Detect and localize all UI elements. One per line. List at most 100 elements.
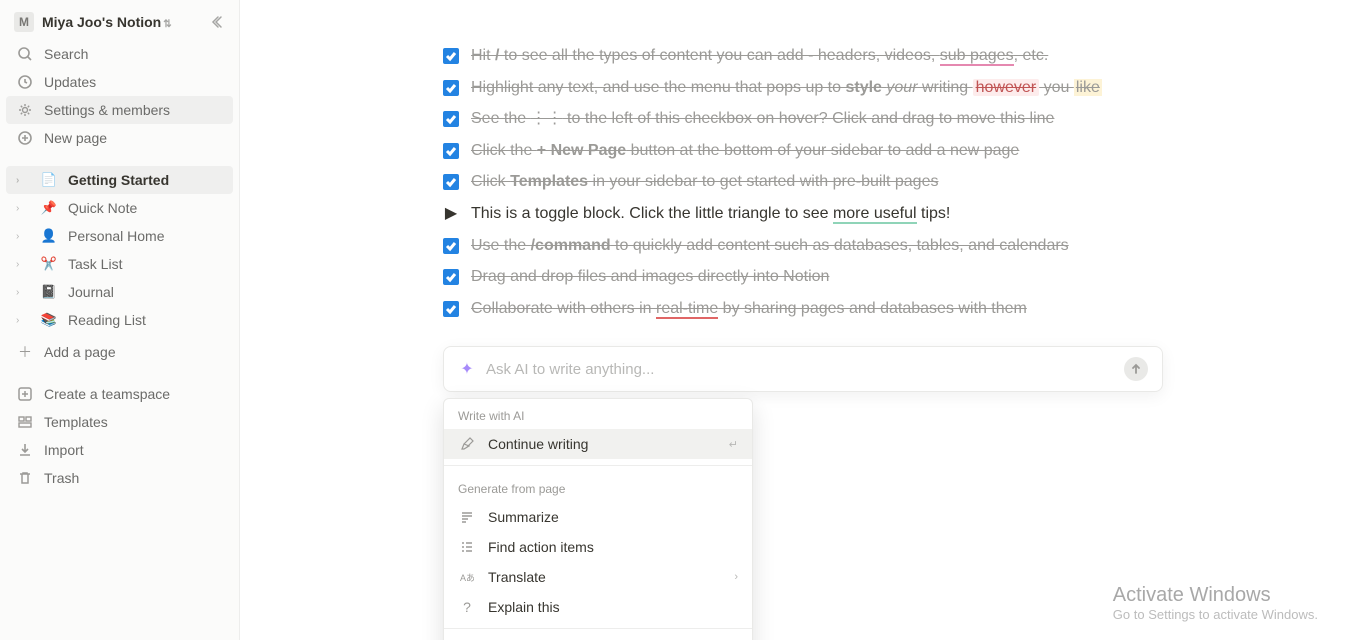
checkbox-checked[interactable]: [443, 238, 459, 254]
block-text[interactable]: Highlight any text, and use the menu tha…: [471, 75, 1163, 101]
sidebar-page-item[interactable]: › ✂️ Task List: [6, 250, 233, 278]
page-icon: 📓: [40, 283, 58, 301]
teamspace-icon: [16, 385, 34, 403]
toggle-arrow-icon[interactable]: ▶: [443, 206, 459, 222]
templates-icon: [16, 413, 34, 431]
page-label: Getting Started: [68, 172, 169, 188]
page-icon: ✂️: [40, 255, 58, 273]
todo-block[interactable]: Collaborate with others in real-time by …: [443, 293, 1163, 325]
ai-input-box[interactable]: ✦: [443, 346, 1163, 392]
block-text[interactable]: Click the + New Page button at the botto…: [471, 138, 1163, 164]
page-label: Task List: [68, 256, 122, 272]
caret-right-icon[interactable]: ›: [16, 203, 30, 214]
import-button[interactable]: Import: [6, 436, 233, 464]
sidebar-page-item[interactable]: › 📄 Getting Started: [6, 166, 233, 194]
translate-icon: Aあ: [458, 568, 476, 586]
ai-continue-writing[interactable]: Continue writing ↵: [444, 429, 752, 459]
caret-right-icon[interactable]: ›: [16, 287, 30, 298]
summarize-icon: [458, 508, 476, 526]
page-label: Personal Home: [68, 228, 165, 244]
todo-block[interactable]: Hit / to see all the types of content yo…: [443, 40, 1163, 72]
add-page-button[interactable]: ＋ Add a page: [6, 338, 233, 366]
search-label: Search: [44, 46, 88, 62]
page-label: Reading List: [68, 312, 146, 328]
clock-icon: [16, 73, 34, 91]
checkbox-checked[interactable]: [443, 269, 459, 285]
page-icon: 👤: [40, 227, 58, 245]
new-page-label: New page: [44, 130, 107, 146]
checkbox-checked[interactable]: [443, 80, 459, 96]
todo-block[interactable]: Highlight any text, and use the menu tha…: [443, 72, 1163, 104]
workspace-avatar: M: [14, 12, 34, 32]
dd-section-generate: Generate from page: [444, 472, 752, 502]
search-button[interactable]: Search: [6, 40, 233, 68]
block-text[interactable]: Drag and drop files and images directly …: [471, 264, 1163, 290]
page-icon: 📄: [40, 171, 58, 189]
block-text[interactable]: Hit / to see all the types of content yo…: [471, 43, 1163, 69]
plus-icon: ＋: [16, 343, 34, 361]
todo-block[interactable]: Use the /command to quickly add content …: [443, 230, 1163, 262]
sidebar: M Miya Joo's Notion⇅ Search Updates Sett…: [0, 0, 240, 640]
create-teamspace-button[interactable]: Create a teamspace: [6, 380, 233, 408]
updates-label: Updates: [44, 74, 96, 90]
block-text[interactable]: Click Templates in your sidebar to get s…: [471, 169, 1163, 195]
caret-right-icon[interactable]: ›: [16, 259, 30, 270]
dd-section-edit: Edit or review page: [444, 635, 752, 640]
search-icon: [16, 45, 34, 63]
sidebar-page-item[interactable]: › 📚 Reading List: [6, 306, 233, 334]
checkbox-checked[interactable]: [443, 111, 459, 127]
collapse-sidebar-icon[interactable]: [211, 14, 227, 30]
todo-block[interactable]: See the ⋮⋮ to the left of this checkbox …: [443, 103, 1163, 135]
page-label: Quick Note: [68, 200, 137, 216]
trash-icon: [16, 469, 34, 487]
sparkle-icon: ✦: [458, 360, 476, 378]
workspace-title: Miya Joo's Notion⇅: [42, 14, 203, 30]
add-page-label: Add a page: [44, 344, 116, 360]
sidebar-page-item[interactable]: › 📓 Journal: [6, 278, 233, 306]
page-label: Journal: [68, 284, 114, 300]
enter-key-icon: ↵: [729, 438, 738, 451]
ai-summarize[interactable]: Summarize: [444, 502, 752, 532]
settings-label: Settings & members: [44, 102, 170, 118]
main-content: Hit / to see all the types of content yo…: [240, 0, 1366, 640]
todo-block[interactable]: Click the + New Page button at the botto…: [443, 135, 1163, 167]
download-icon: [16, 441, 34, 459]
ai-dropdown: Write with AI Continue writing ↵ Generat…: [443, 398, 753, 640]
page-icon: 📚: [40, 311, 58, 329]
block-text[interactable]: Use the /command to quickly add content …: [471, 233, 1163, 259]
checkbox-checked[interactable]: [443, 48, 459, 64]
svg-text:Aあ: Aあ: [460, 573, 474, 583]
caret-right-icon[interactable]: ›: [16, 231, 30, 242]
pencil-icon: [458, 435, 476, 453]
block-text[interactable]: This is a toggle block. Click the little…: [471, 201, 1163, 227]
block-text[interactable]: See the ⋮⋮ to the left of this checkbox …: [471, 106, 1163, 132]
updates-button[interactable]: Updates: [6, 68, 233, 96]
page-icon: 📌: [40, 199, 58, 217]
toggle-block[interactable]: ▶ This is a toggle block. Click the littl…: [443, 198, 1163, 230]
gear-icon: [16, 101, 34, 119]
dd-section-write: Write with AI: [444, 399, 752, 429]
checkbox-checked[interactable]: [443, 301, 459, 317]
checkbox-checked[interactable]: [443, 143, 459, 159]
todo-block[interactable]: Drag and drop files and images directly …: [443, 261, 1163, 293]
plus-circle-icon: [16, 129, 34, 147]
list-check-icon: [458, 538, 476, 556]
ai-explain[interactable]: ? Explain this: [444, 592, 752, 622]
block-text[interactable]: Collaborate with others in real-time by …: [471, 296, 1163, 322]
question-icon: ?: [458, 598, 476, 616]
todo-block[interactable]: Click Templates in your sidebar to get s…: [443, 166, 1163, 198]
caret-right-icon[interactable]: ›: [16, 175, 30, 186]
ai-action-items[interactable]: Find action items: [444, 532, 752, 562]
workspace-switcher[interactable]: M Miya Joo's Notion⇅: [0, 6, 239, 38]
templates-button[interactable]: Templates: [6, 408, 233, 436]
ai-input[interactable]: [486, 361, 1114, 378]
ai-translate[interactable]: Aあ Translate ›: [444, 562, 752, 592]
caret-right-icon[interactable]: ›: [16, 315, 30, 326]
settings-button[interactable]: Settings & members: [6, 96, 233, 124]
sidebar-page-item[interactable]: › 👤 Personal Home: [6, 222, 233, 250]
trash-button[interactable]: Trash: [6, 464, 233, 492]
new-page-button[interactable]: New page: [6, 124, 233, 152]
checkbox-checked[interactable]: [443, 174, 459, 190]
sidebar-page-item[interactable]: › 📌 Quick Note: [6, 194, 233, 222]
ai-send-button[interactable]: [1124, 357, 1148, 381]
